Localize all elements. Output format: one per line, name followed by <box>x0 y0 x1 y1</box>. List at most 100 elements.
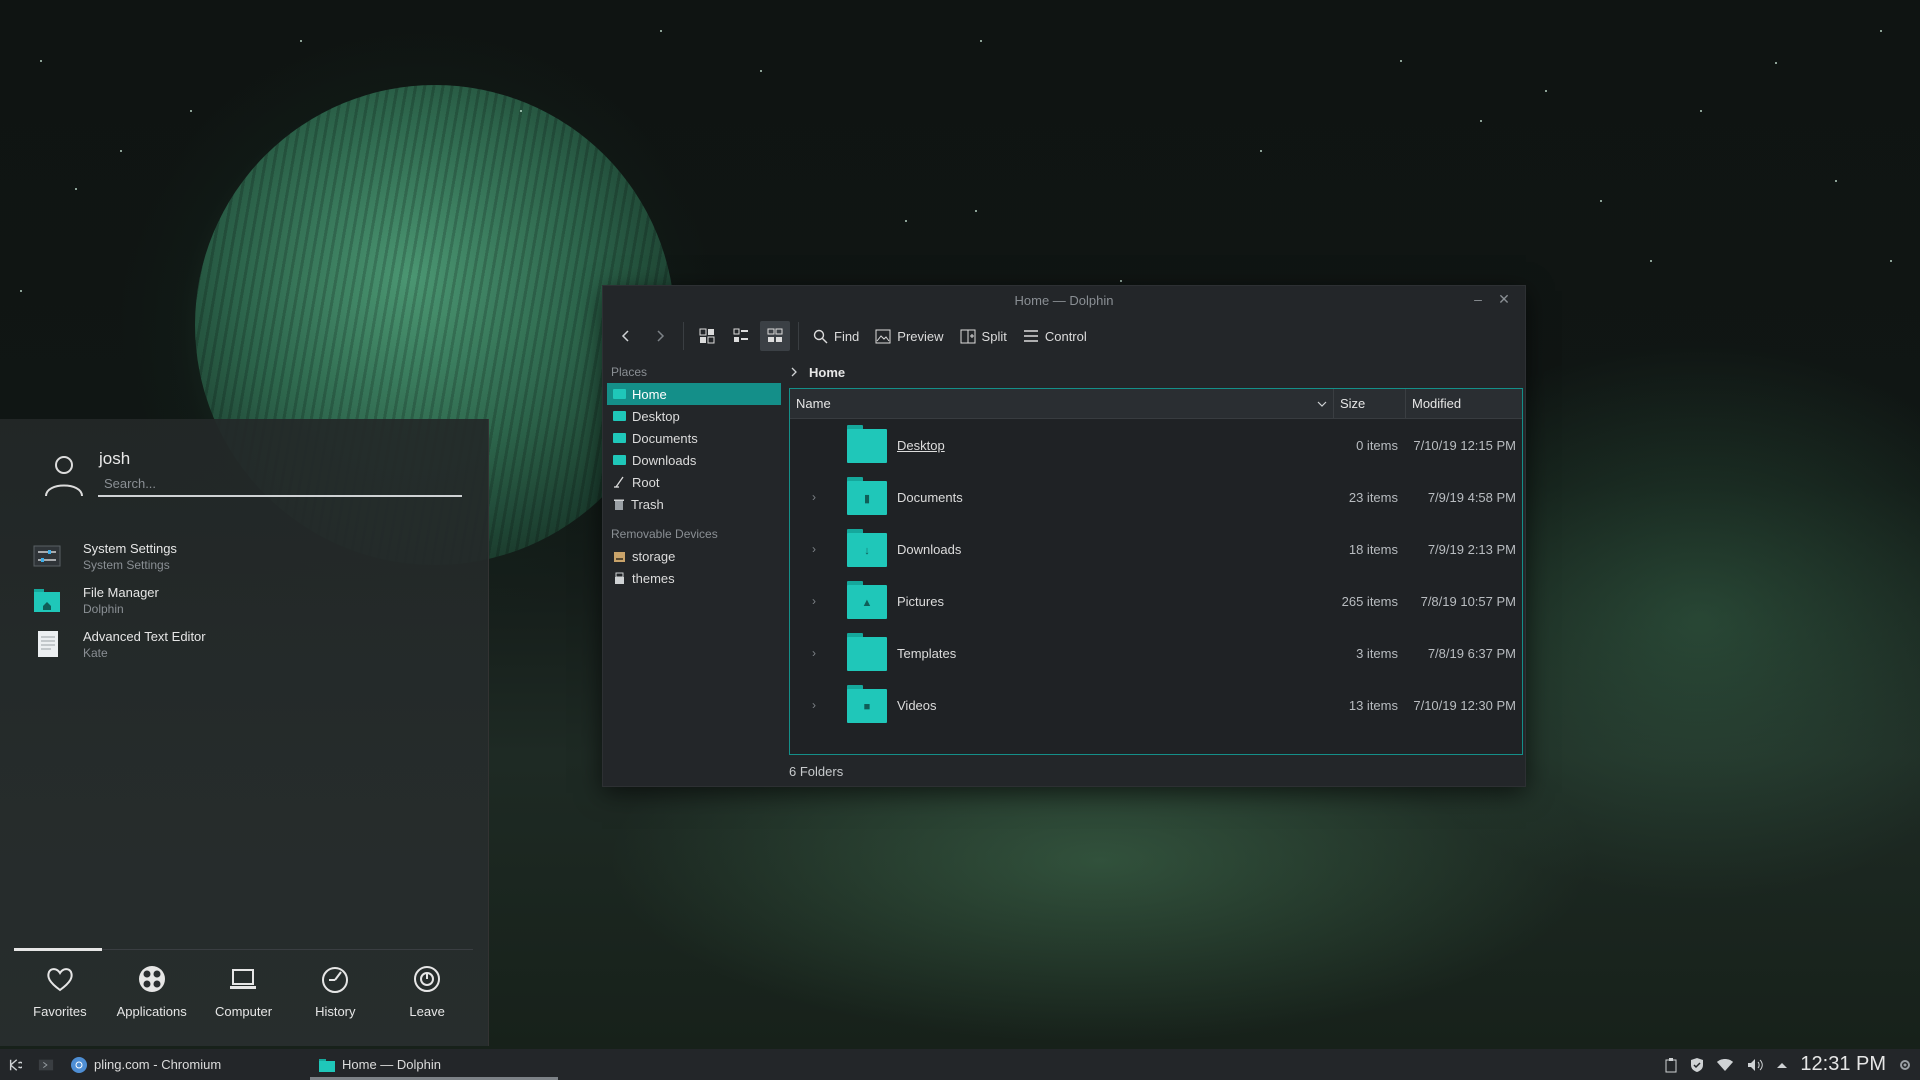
settings-icon <box>33 542 61 570</box>
search-icon <box>813 329 828 343</box>
volume-icon[interactable] <box>1746 1057 1764 1073</box>
text-editor-icon <box>33 630 61 658</box>
dolphin-window[interactable]: Home — Dolphin – ✕ Find Preview Split Co… <box>602 285 1526 787</box>
task-dolphin[interactable]: Home — Dolphin <box>310 1049 558 1080</box>
preview-label: Preview <box>897 328 944 344</box>
star <box>1400 60 1402 62</box>
find-label: Find <box>834 328 860 344</box>
file-row-templates[interactable]: › Templates 3 items 7/8/19 6:37 PM <box>790 627 1522 679</box>
column-size[interactable]: Size <box>1334 389 1406 418</box>
split-label: Split <box>981 328 1007 344</box>
taskbar: pling.com - Chromium Home — Dolphin 12:3… <box>0 1049 1920 1080</box>
star <box>1700 110 1702 112</box>
back-button[interactable] <box>611 321 641 351</box>
window-titlebar[interactable]: Home — Dolphin – ✕ <box>603 286 1525 316</box>
leave-icon <box>414 966 441 992</box>
place-root[interactable]: Root <box>607 471 781 493</box>
star <box>75 188 77 190</box>
expand-chevron-icon[interactable]: › <box>812 646 816 660</box>
launcher-button[interactable] <box>0 1049 30 1080</box>
icons-view-button[interactable] <box>692 321 722 351</box>
clipboard-icon[interactable] <box>1664 1057 1678 1073</box>
favorite-title: System Settings <box>83 540 177 556</box>
wifi-icon[interactable] <box>1716 1058 1734 1072</box>
folder-icon <box>613 411 626 421</box>
forward-button[interactable] <box>645 321 675 351</box>
tab-label: History <box>315 1004 356 1019</box>
active-tab-indicator <box>14 948 102 951</box>
tab-favorites[interactable]: Favorites <box>14 950 106 1039</box>
place-label: Desktop <box>632 408 680 424</box>
tab-label: Applications <box>116 1004 187 1019</box>
details-view-button[interactable] <box>760 321 790 351</box>
breadcrumb-home[interactable]: Home <box>809 365 845 380</box>
applications-icon <box>138 966 165 992</box>
root-icon <box>614 476 624 488</box>
place-home[interactable]: Home <box>607 383 781 405</box>
clock[interactable]: 12:31 PM <box>1800 1053 1886 1076</box>
file-size: 3 items <box>1356 645 1398 661</box>
file-size: 23 items <box>1348 489 1398 505</box>
file-row-documents[interactable]: › ▮ Documents 23 items 7/9/19 4:58 PM <box>790 471 1522 523</box>
star <box>1890 260 1892 262</box>
tab-history[interactable]: History <box>289 950 381 1039</box>
column-modified[interactable]: Modified <box>1406 389 1522 418</box>
file-size: 265 items <box>1341 593 1398 609</box>
place-desktop[interactable]: Desktop <box>607 405 781 427</box>
pager-button[interactable] <box>30 1049 62 1080</box>
star <box>190 110 192 112</box>
drive-icon <box>614 551 625 562</box>
expand-chevron-icon[interactable]: › <box>812 490 816 504</box>
file-row-videos[interactable]: › ■ Videos 13 items 7/10/19 12:30 PM <box>790 679 1522 731</box>
split-button[interactable]: Split <box>954 321 1013 351</box>
favorite-subtitle: Kate <box>83 645 108 660</box>
place-trash[interactable]: Trash <box>607 493 781 515</box>
chevron-up-icon[interactable] <box>1776 1060 1788 1070</box>
file-row-downloads[interactable]: › ↓ Downloads 18 items 7/9/19 2:13 PM <box>790 523 1522 575</box>
folder-pictures-icon: ▲ <box>847 581 887 619</box>
expand-chevron-icon[interactable]: › <box>812 542 816 556</box>
place-downloads[interactable]: Downloads <box>607 449 781 471</box>
tab-computer[interactable]: Computer <box>198 950 290 1039</box>
launcher-search-input[interactable] <box>98 471 462 497</box>
compact-view-button[interactable] <box>726 321 756 351</box>
find-button[interactable]: Find <box>807 321 865 351</box>
home-folder-icon <box>613 389 626 399</box>
device-storage[interactable]: storage <box>607 545 781 567</box>
preview-button[interactable]: Preview <box>869 321 949 351</box>
tab-leave[interactable]: Leave <box>381 950 473 1039</box>
favorite-subtitle: System Settings <box>83 557 170 572</box>
expand-chevron-icon[interactable]: › <box>812 594 816 608</box>
shield-icon[interactable] <box>1690 1057 1704 1073</box>
history-icon <box>322 967 349 993</box>
favorite-text-editor[interactable]: Advanced Text Editor Kate <box>33 624 463 664</box>
column-name[interactable]: Name <box>790 389 1334 418</box>
user-avatar-icon <box>45 456 83 497</box>
file-list[interactable]: Name Size Modified Desktop 0 items 7/10/… <box>789 388 1523 755</box>
device-themes[interactable]: themes <box>607 567 781 589</box>
task-chromium[interactable]: pling.com - Chromium <box>62 1049 310 1080</box>
star <box>905 220 907 222</box>
folder-icon <box>613 455 626 465</box>
minimize-button[interactable]: – <box>1469 290 1487 308</box>
place-documents[interactable]: Documents <box>607 427 781 449</box>
file-modified: 7/9/19 4:58 PM <box>1427 489 1516 505</box>
star <box>1880 30 1882 32</box>
expand-chevron-icon[interactable]: › <box>812 698 816 712</box>
file-row-pictures[interactable]: › ▲ Pictures 265 items 7/8/19 10:57 PM <box>790 575 1522 627</box>
gear-icon[interactable] <box>1898 1058 1912 1072</box>
control-button[interactable]: Control <box>1017 321 1093 351</box>
favorite-system-settings[interactable]: System Settings System Settings <box>33 536 463 576</box>
close-button[interactable]: ✕ <box>1495 290 1513 308</box>
star <box>20 290 22 292</box>
place-label: Trash <box>631 496 664 512</box>
file-row-desktop[interactable]: Desktop 0 items 7/10/19 12:15 PM <box>790 419 1522 471</box>
tab-applications[interactable]: Applications <box>106 950 198 1039</box>
file-name: Templates <box>897 645 957 661</box>
favorite-file-manager[interactable]: File Manager Dolphin <box>33 580 463 620</box>
star <box>520 110 522 112</box>
file-name: Desktop <box>897 437 945 453</box>
breadcrumb[interactable]: Home <box>789 361 845 383</box>
chevron-down-icon <box>1317 401 1327 407</box>
toolbar: Find Preview Split Control <box>603 316 1525 356</box>
